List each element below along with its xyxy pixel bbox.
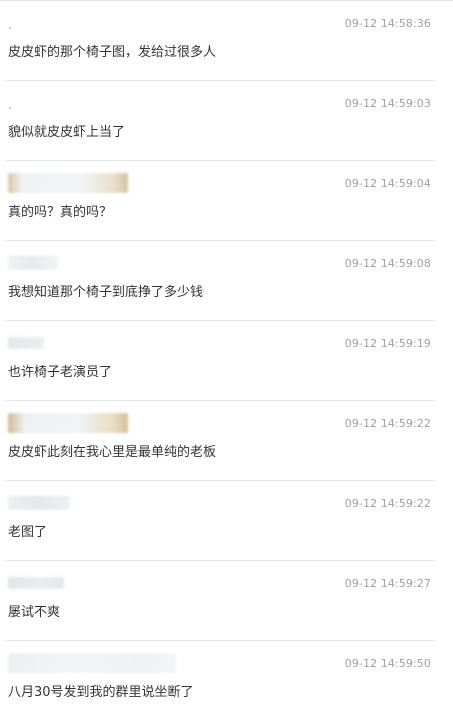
comment-item: 09-12 14:59:50 八月30号发到我的群里说坐断了: [0, 641, 453, 721]
comment-username[interactable]: .: [8, 97, 12, 113]
blurred-username[interactable]: [8, 337, 44, 349]
comment-time: 09-12 14:59:04: [344, 177, 431, 190]
comment-time: 09-12 14:59:22: [344, 497, 431, 510]
comment-item: 09-12 14:59:22 皮皮虾此刻在我心里是最单纯的老板: [0, 401, 453, 481]
blurred-username[interactable]: [8, 496, 70, 510]
comment-time: 09-12 14:59:03: [344, 97, 431, 110]
comment-item: 09-12 14:59:04 真的吗？真的吗？: [0, 161, 453, 241]
comment-list: . 09-12 14:58:36 皮皮虾的那个椅子图，发给过很多人 . 09-1…: [0, 0, 453, 704]
blurred-username[interactable]: [8, 577, 64, 589]
comment-item: 09-12 14:59:22 老图了: [0, 481, 453, 561]
comment-time: 09-12 14:58:36: [344, 17, 431, 30]
comment-time: 09-12 14:59:08: [344, 257, 431, 270]
comment-item: 09-12 14:59:08 我想知道那个椅子到底挣了多少钱: [0, 241, 453, 321]
blurred-username[interactable]: [8, 413, 128, 433]
comment-time: 09-12 14:59:50: [344, 657, 431, 670]
comment-time: 09-12 14:59:19: [344, 337, 431, 350]
comment-text: 貌似就皮皮虾上当了: [8, 125, 126, 140]
comment-item: . 09-12 14:58:36 皮皮虾的那个椅子图，发给过很多人: [0, 1, 453, 81]
blurred-username[interactable]: [8, 256, 58, 270]
comment-item: . 09-12 14:59:03 貌似就皮皮虾上当了: [0, 81, 453, 161]
comment-text: 真的吗？真的吗？: [8, 205, 113, 220]
comment-text: 屡试不爽: [8, 605, 61, 620]
comment-time: 09-12 14:59:22: [344, 417, 431, 430]
comment-item: 09-12 14:59:19 也许椅子老演员了: [0, 321, 453, 401]
comment-item: 09-12 14:59:27 屡试不爽: [0, 561, 453, 641]
comment-text: 也许椅子老演员了: [8, 365, 113, 380]
blurred-username[interactable]: [8, 653, 176, 673]
comment-text: 我想知道那个椅子到底挣了多少钱: [8, 285, 204, 300]
comment-text: 老图了: [8, 525, 48, 540]
comment-username[interactable]: .: [8, 17, 12, 33]
comment-text: 皮皮虾的那个椅子图，发给过很多人: [8, 45, 217, 60]
comment-text: 皮皮虾此刻在我心里是最单纯的老板: [8, 445, 217, 460]
comment-time: 09-12 14:59:27: [344, 577, 431, 590]
comment-text: 八月30号发到我的群里说坐断了: [8, 685, 194, 700]
blurred-username[interactable]: [8, 173, 128, 193]
